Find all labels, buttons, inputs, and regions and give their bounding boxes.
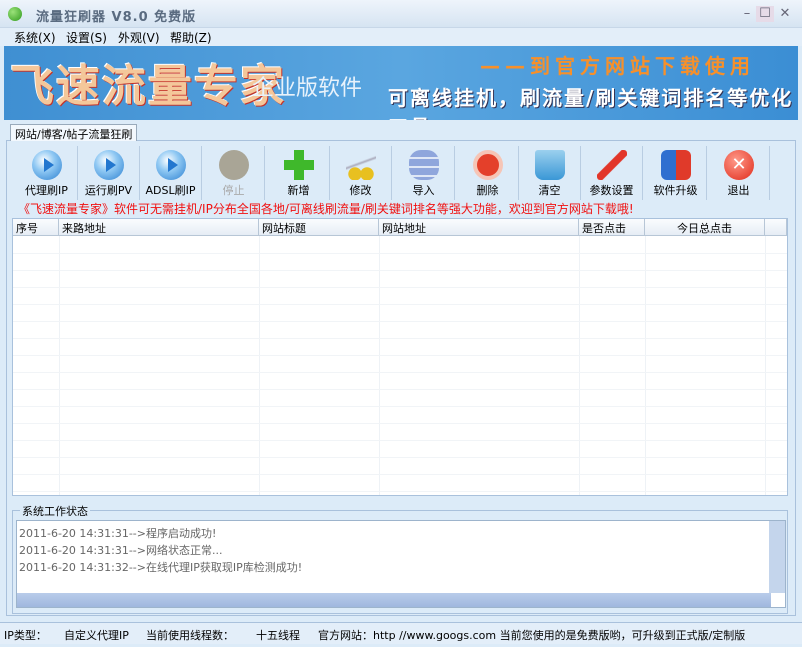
- plus-icon: [284, 150, 314, 180]
- table-row-line: [13, 457, 787, 458]
- settings-button[interactable]: 参数设置: [581, 146, 643, 200]
- exit-button[interactable]: ✕ 退出: [708, 146, 770, 200]
- col-site-url[interactable]: 网站地址: [379, 219, 579, 236]
- log-line: 2011-6-20 14:31:32-->在线代理IP获取现IP库检测成功!: [19, 561, 303, 574]
- threads-label: 当前使用线程数：: [146, 629, 234, 642]
- log-line: 2011-6-20 14:31:31-->网络状态正常...: [19, 544, 223, 557]
- table-row-line: [13, 321, 787, 322]
- col-total-clicks[interactable]: 今日总点击: [645, 219, 765, 236]
- table-row-line: [13, 423, 787, 424]
- horizontal-scrollbar[interactable]: [17, 593, 771, 607]
- log-line: 2011-6-20 14:31:31-->程序启动成功!: [19, 527, 217, 540]
- table-row-line: [13, 338, 787, 339]
- menu-view[interactable]: 外观(V): [118, 29, 160, 46]
- scissors-icon: [346, 150, 376, 180]
- toolbar: 代理刷IP 运行刷PV ADSL刷IP 停止 新增 修改 导入 删除 清空 参数…: [12, 146, 788, 202]
- tab-traffic[interactable]: 网站/博客/帖子流量狂刷: [10, 124, 138, 141]
- menu-settings[interactable]: 设置(S): [66, 29, 107, 46]
- proxy-ip-button[interactable]: 代理刷IP: [16, 146, 78, 200]
- banner-subtitle: 企业版软件: [252, 76, 363, 101]
- banner-description: 可离线挂机，刷流量/刷关键词排名等优化工具: [388, 86, 794, 120]
- url-table[interactable]: 序号 来路地址 网站标题 网站地址 是否点击 今日总点击: [12, 218, 788, 496]
- minimize-button[interactable]: –: [738, 6, 756, 22]
- adsl-ip-button[interactable]: ADSL刷IP: [140, 146, 202, 200]
- table-row-line: [13, 440, 787, 441]
- table-row-line: [13, 270, 787, 271]
- upgrade-button[interactable]: 软件升级: [645, 146, 707, 200]
- add-button[interactable]: 新增: [268, 146, 330, 200]
- menu-system[interactable]: 系统(X): [14, 29, 56, 46]
- col-clicked[interactable]: 是否点击: [579, 219, 645, 236]
- notice-text: 《飞速流量专家》软件可无需挂机/IP分布全国各地/可离线刷流量/刷关键词排名等强…: [18, 202, 634, 216]
- banner-title: 飞速流量专家: [10, 61, 286, 112]
- maximize-button[interactable]: ☐: [756, 6, 774, 22]
- col-extra: [765, 219, 787, 236]
- bin-icon: [535, 150, 565, 180]
- site-info: 官方网站：http //www.googs.com 当前您使用的是免费版哟，可升…: [318, 629, 746, 642]
- stop-icon: [219, 150, 249, 180]
- run-pv-button[interactable]: 运行刷PV: [78, 146, 140, 200]
- play-icon: [156, 150, 186, 180]
- prohibit-icon: [473, 150, 503, 180]
- col-index[interactable]: 序号: [13, 219, 59, 236]
- app-icon: [8, 7, 22, 21]
- table-row-line: [13, 389, 787, 390]
- status-group-label: 系统工作状态: [20, 503, 90, 519]
- delete-button[interactable]: 删除: [457, 146, 519, 200]
- tools-icon: [597, 150, 627, 180]
- banner: 飞速流量专家 企业版软件 ——到官方网站下载使用 可离线挂机，刷流量/刷关键词排…: [4, 46, 798, 120]
- table-row-line: [13, 372, 787, 373]
- vertical-scrollbar[interactable]: [769, 521, 785, 593]
- play-icon: [94, 150, 124, 180]
- window-title: 流量狂刷器 V8.0 免费版: [36, 10, 197, 25]
- clear-button[interactable]: 清空: [519, 146, 581, 200]
- table-row-line: [13, 253, 787, 254]
- threads-value: 十五线程: [256, 629, 300, 642]
- import-button[interactable]: 导入: [393, 146, 455, 200]
- exit-icon: ✕: [724, 150, 754, 180]
- table-row-line: [13, 355, 787, 356]
- ip-type-label: IP类型：: [4, 629, 47, 642]
- stop-button[interactable]: 停止: [203, 146, 265, 200]
- table-row-line: [13, 406, 787, 407]
- status-bar: IP类型： 自定义代理IP 当前使用线程数： 十五线程 官方网站：http //…: [0, 622, 802, 644]
- upgrade-icon: [661, 150, 691, 180]
- log-box[interactable]: 2011-6-20 14:31:31-->程序启动成功! 2011-6-20 1…: [16, 520, 786, 608]
- banner-slogan: ——到官方网站下载使用: [480, 54, 755, 78]
- table-row-line: [13, 304, 787, 305]
- database-icon: [409, 150, 439, 180]
- menu-help[interactable]: 帮助(Z): [170, 29, 212, 46]
- table-row-line: [13, 491, 787, 492]
- col-site-title[interactable]: 网站标题: [259, 219, 379, 236]
- close-button[interactable]: ✕: [776, 6, 794, 22]
- table-row-line: [13, 287, 787, 288]
- col-referrer[interactable]: 来路地址: [59, 219, 259, 236]
- ip-type-value: 自定义代理IP: [64, 629, 129, 642]
- play-icon: [32, 150, 62, 180]
- edit-button[interactable]: 修改: [330, 146, 392, 200]
- table-row-line: [13, 474, 787, 475]
